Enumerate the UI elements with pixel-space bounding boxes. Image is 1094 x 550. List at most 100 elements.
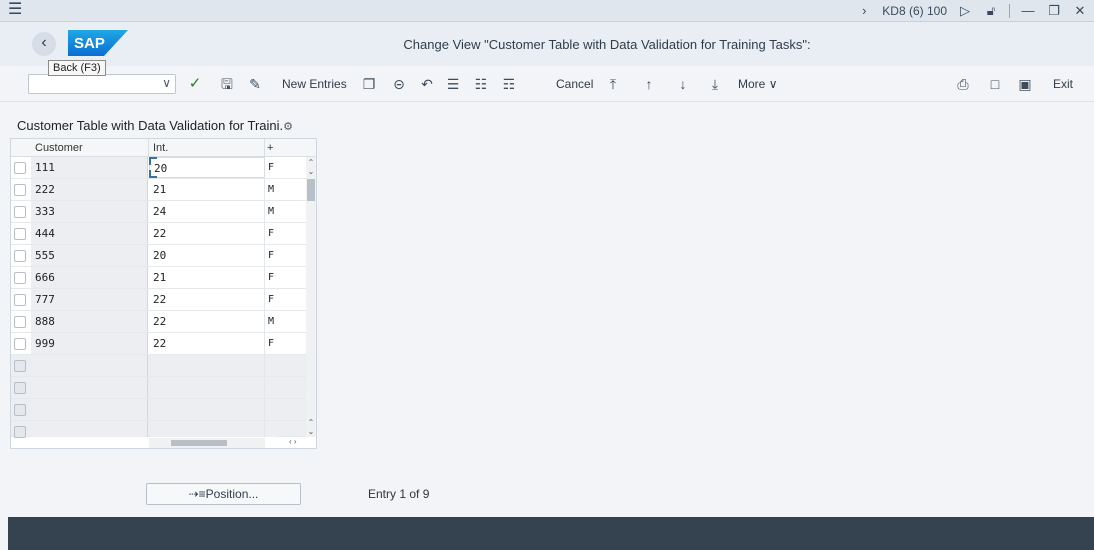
row-select-checkbox[interactable] [14,250,26,262]
table-row[interactable]: 999 22 F [11,333,316,355]
scroll-down-icon[interactable]: ⌄ [306,168,316,176]
checkmark-icon[interactable]: ✓ [186,75,204,93]
gender-cell[interactable]: M [265,311,277,332]
more-label: More [738,77,766,91]
row-select-checkbox[interactable] [14,162,26,174]
previous-page-icon[interactable]: ↑ [640,75,658,93]
window-icon[interactable]: □ [986,75,1004,93]
row-select-checkbox[interactable] [14,184,26,196]
table-row[interactable]: 444 22 F [11,223,316,245]
scroll-up-icon[interactable]: ⌃ [306,159,316,167]
display-change-icon[interactable]: ✎ [246,75,264,93]
new-entries-button[interactable]: New Entries [282,75,347,93]
select-all-icon[interactable]: ☰ [444,75,462,93]
int-cell[interactable]: 22 [149,311,265,332]
int-cell[interactable]: 21 [149,179,265,200]
more-menu[interactable]: More ∨ [738,75,777,93]
row-select-checkbox[interactable] [14,338,26,350]
last-page-icon[interactable]: ⤓ [706,75,724,93]
next-page-icon[interactable]: ↓ [674,75,692,93]
int-cell[interactable]: 24 [149,201,265,222]
scroll-down-icon[interactable]: ⌄ [306,428,316,436]
unlock-icon[interactable]: 🔓︎ [983,3,999,19]
int-cell[interactable]: 20 [149,245,265,266]
undo-icon[interactable]: ↶ [418,75,436,93]
int-cell[interactable]: 20 [149,157,265,178]
select-block-icon[interactable]: ☷ [472,75,490,93]
title-bar: ‹ SAP Back (F3) Change View "Customer Ta… [0,22,1094,76]
chevron-right-icon[interactable]: › [856,3,872,19]
gender-cell[interactable]: F [265,245,277,266]
row-select-checkbox[interactable] [14,404,26,416]
row-select-checkbox[interactable] [14,228,26,240]
customer-cell: 222 [31,179,148,200]
system-bar: ☰ › KD8 (6) 100 ▷ 🔓︎ — ❐ ✕ [0,0,1094,22]
int-cell[interactable]: 22 [149,333,265,354]
cancel-button[interactable]: Cancel [556,75,593,93]
chevron-down-icon[interactable]: ∨ [162,76,171,90]
row-select-checkbox[interactable] [14,294,26,306]
gender-cell[interactable]: F [265,223,277,244]
exit-button[interactable]: Exit [1053,75,1073,93]
scroll-left-right-icon[interactable]: ‹ › [289,437,297,447]
vertical-scroll-thumb[interactable] [307,179,315,201]
vertical-scrollbar[interactable]: ⌃ ⌄ ⌃ ⌄ [306,157,316,437]
play-icon[interactable]: ▷ [957,3,973,19]
int-cell[interactable]: 22 [149,289,265,310]
empty-row [11,355,316,377]
int-cell [149,377,265,398]
customer-cell: 444 [31,223,148,244]
row-select-checkbox[interactable] [14,272,26,284]
print-icon[interactable]: ⎙ [954,75,972,93]
int-cell[interactable]: 22 [149,223,265,244]
deselect-all-icon[interactable]: ☶ [500,75,518,93]
close-icon[interactable]: ✕ [1072,3,1088,19]
table-title-text: Customer Table with Data Validation for … [17,118,284,133]
gender-cell[interactable]: F [265,267,277,288]
gender-cell[interactable]: F [265,333,277,354]
int-cell[interactable]: 21 [149,267,265,288]
chevron-down-icon: ∨ [768,77,778,91]
settings-icon[interactable]: ⚙ [283,121,293,133]
minimize-icon[interactable]: — [1020,3,1036,19]
empty-row [11,377,316,399]
empty-row [11,421,316,438]
column-header-int[interactable]: Int. [149,139,265,157]
row-select-checkbox[interactable] [14,426,26,438]
maximize-icon[interactable]: ❐ [1046,3,1062,19]
row-select-checkbox[interactable] [14,382,26,394]
system-bar-right: › KD8 (6) 100 ▷ 🔓︎ — ❐ ✕ [856,0,1088,22]
command-field[interactable]: ∨ [28,74,176,94]
row-select-checkbox[interactable] [14,360,26,372]
select-header[interactable] [11,139,31,157]
delete-icon[interactable]: ⊝ [390,75,408,93]
entry-info: Entry 1 of 9 [368,487,430,501]
copy-icon[interactable]: ❐ [360,75,378,93]
column-header-customer[interactable]: Customer [31,139,149,157]
customer-cell: 999 [31,333,148,354]
gender-cell[interactable]: F [265,289,277,310]
table-row[interactable]: 888 22 M [11,311,316,333]
table-row[interactable]: 222 21 M [11,179,316,201]
column-header-col3[interactable]: + [265,139,316,157]
first-page-icon[interactable]: ⤒ [604,75,622,93]
scroll-up-icon[interactable]: ⌃ [306,419,316,427]
horizontal-scrollbar[interactable] [149,438,265,448]
layout-icon[interactable]: ▣ [1016,75,1034,93]
gender-cell[interactable]: F [265,157,277,178]
menu-icon[interactable]: ☰ [8,2,22,18]
gender-cell[interactable]: M [265,179,277,200]
position-button[interactable]: ⇢≡Position... [146,483,301,505]
horizontal-scroll-thumb[interactable] [171,440,227,446]
table-row[interactable]: 333 24 M [11,201,316,223]
save-icon[interactable]: 🖫︎ [218,75,236,93]
table-row[interactable]: 777 22 F [11,289,316,311]
row-select-checkbox[interactable] [14,206,26,218]
gender-cell[interactable]: M [265,201,277,222]
table-row[interactable]: 666 21 F [11,267,316,289]
row-select-checkbox[interactable] [14,316,26,328]
table-row[interactable]: 555 20 F [11,245,316,267]
customer-cell [31,399,148,420]
system-id[interactable]: KD8 (6) 100 [882,4,947,18]
table-row[interactable]: 111 20 F [11,157,316,179]
